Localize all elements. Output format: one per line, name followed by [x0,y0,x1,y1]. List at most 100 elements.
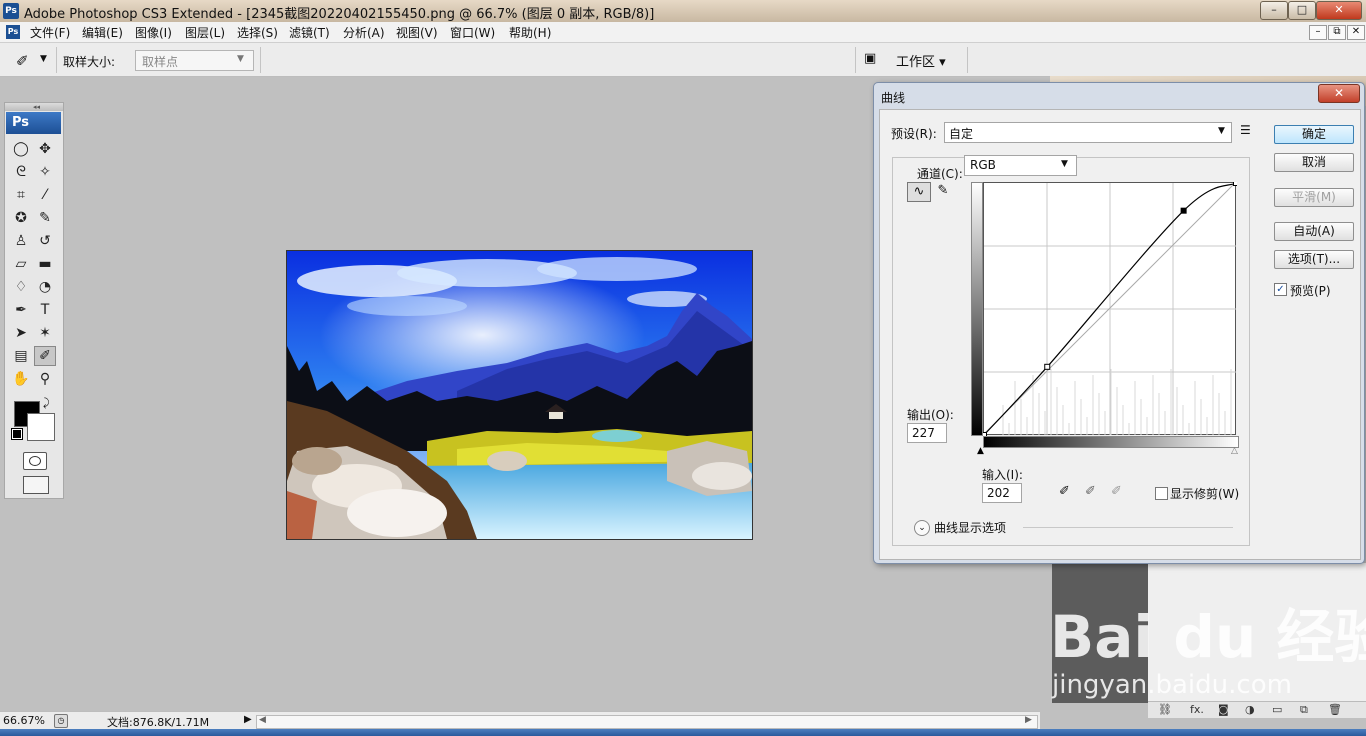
workspace-button[interactable]: 工作区 ▾ [896,51,946,70]
marquee-tool-icon[interactable]: ◯ [10,139,32,159]
bridge-icon[interactable]: ▣ [864,51,886,68]
input-value: 202 [987,486,1010,500]
blur-tool-icon[interactable]: ♢ [10,277,32,297]
status-menu-arrow-icon[interactable]: ▶ [244,714,252,725]
new-group-icon[interactable]: ▭ [1272,703,1282,716]
pen-tool-icon[interactable]: ✒ [10,300,32,320]
input-field[interactable]: 202 [982,483,1022,503]
document-canvas-image[interactable] [286,250,753,540]
slice-tool-icon[interactable]: ⁄ [34,185,56,205]
doc-minimize-button[interactable]: – [1309,25,1327,40]
menu-window[interactable]: 窗口(W) [450,24,495,41]
preset-label: 预设(R): [891,127,937,141]
doc-restore-button[interactable]: ⧉ [1328,25,1346,40]
output-field[interactable]: 227 [907,423,947,443]
lasso-tool-icon[interactable]: ᘓ [10,162,32,182]
status-info-icon[interactable]: ◷ [54,714,68,728]
horizontal-scrollbar[interactable]: ◀ ▶ [256,715,1038,729]
eraser-tool-icon[interactable]: ▱ [10,254,32,274]
photoshop-logo[interactable]: Ps [6,112,61,134]
photoshop-app-icon: Ps [3,3,19,19]
new-layer-icon[interactable]: ⧉ [1300,703,1308,717]
history-brush-tool-icon[interactable]: ↺ [34,231,56,251]
divider [1023,527,1233,528]
menu-file[interactable]: 文件(F) [30,24,70,41]
screen-mode-icon[interactable] [23,476,49,494]
smooth-button[interactable]: 平滑(M) [1274,188,1354,207]
channel-select[interactable]: RGB ▼ [964,155,1077,176]
type-tool-icon[interactable]: T [34,300,56,320]
scroll-left-icon[interactable]: ◀ [259,715,266,725]
hand-tool-icon[interactable]: ✋ [10,369,32,389]
window-title: Adobe Photoshop CS3 Extended - [2345截图20… [24,7,655,22]
curves-close-button[interactable]: ✕ [1318,84,1360,103]
magic-wand-tool-icon[interactable]: ✧ [34,162,56,182]
dodge-tool-icon[interactable]: ◔ [34,277,56,297]
default-colors-icon[interactable] [11,428,23,440]
white-eyedropper-icon[interactable]: ✐ [1111,484,1122,499]
healing-brush-tool-icon[interactable]: ✪ [10,208,32,228]
close-button[interactable]: ✕ [1316,1,1362,20]
tool-preset-arrow-icon[interactable]: ▼ [40,54,47,64]
layer-style-icon[interactable]: fx. [1190,703,1204,716]
menu-view[interactable]: 视图(V) [396,24,438,41]
black-eyedropper-icon[interactable]: ✐ [1059,484,1070,499]
document-size: 文档:876.8K/1.71M [107,716,210,729]
trash-icon[interactable]: 🗑 [1328,703,1342,716]
minimize-button[interactable]: – [1260,1,1288,20]
move-tool-icon[interactable]: ✥ [34,139,56,159]
doc-close-button[interactable]: ✕ [1347,25,1365,40]
edit-points-curve-icon[interactable]: ∿ [907,182,931,202]
curves-dialog-body: 预设(R): 自定 ▼ ☰ 通道(C): RGB ▼ ∿ ✎ ▲ △ 输出(O)… [879,109,1361,560]
black-point-slider-icon[interactable]: ▲ [977,446,984,456]
swap-colors-icon[interactable]: ⤸ [43,396,50,410]
white-point-slider-icon[interactable]: △ [1231,446,1238,456]
custom-shape-tool-icon[interactable]: ✶ [34,323,56,343]
sample-size-select[interactable]: 取样点 ▼ [135,50,254,71]
menu-analysis[interactable]: 分析(A) [343,24,385,41]
menu-image[interactable]: 图像(I) [135,24,172,41]
menu-edit[interactable]: 编辑(E) [82,24,123,41]
menu-select[interactable]: 选择(S) [237,24,278,41]
zoom-level[interactable]: 66.67% [3,714,45,727]
clone-stamp-tool-icon[interactable]: ♙ [10,231,32,251]
maximize-button[interactable]: □ [1288,1,1316,20]
tools-panel-grip[interactable]: ◂◂ [5,103,63,111]
gradient-tool-icon[interactable]: ▬ [34,254,56,274]
gray-eyedropper-icon[interactable]: ✐ [1085,484,1096,499]
curves-dialog-titlebar[interactable]: 曲线 ✕ [874,83,1364,109]
pencil-icon[interactable]: ✎ [933,182,953,200]
preview-label[interactable]: 预览(P) [1290,282,1331,299]
preset-options-menu-icon[interactable]: ☰ [1240,123,1251,137]
background-color-swatch[interactable] [27,413,55,441]
link-layers-icon[interactable]: ⛓ [1158,703,1172,716]
crop-tool-icon[interactable]: ⌗ [10,185,32,205]
options-button[interactable]: 选项(T)... [1274,250,1354,269]
eyedropper-icon[interactable]: ✐ [16,52,29,70]
scroll-right-icon[interactable]: ▶ [1025,715,1032,725]
curve-display-options-label[interactable]: 曲线显示选项 [934,519,1006,536]
windows-taskbar [0,729,1366,736]
notes-tool-icon[interactable]: ▤ [10,346,32,366]
path-selection-tool-icon[interactable]: ➤ [10,323,32,343]
menu-help[interactable]: 帮助(H) [509,24,551,41]
preview-checkbox[interactable]: ✓ [1274,283,1287,296]
brush-tool-icon[interactable]: ✎ [34,208,56,228]
adjustment-layer-icon[interactable]: ◑ [1245,703,1255,716]
add-mask-icon[interactable]: ◙ [1218,703,1229,716]
curve-graph[interactable] [983,182,1237,436]
zoom-tool-icon[interactable]: ⚲ [34,369,56,389]
show-clipping-label[interactable]: 显示修剪(W) [1170,485,1239,502]
document-icon[interactable]: Ps [6,25,20,39]
auto-button[interactable]: 自动(A) [1274,222,1354,241]
menu-filter[interactable]: 滤镜(T) [289,24,330,41]
tools-panel: ◂◂ Ps ⤸ ◯ ✥ ᘓ ✧ ⌗ ⁄ ✪ ✎ ♙ ↺ ▱ ▬ ♢ ◔ ✒ T ➤ ✶ ▤ ✐ ✋ ⚲ [4,102,64,499]
eyedropper-tool-icon[interactable]: ✐ [34,346,56,366]
quick-mask-icon[interactable] [23,452,47,470]
preset-select[interactable]: 自定 ▼ [944,122,1232,143]
ok-button[interactable]: 确定 [1274,125,1354,144]
expand-chevron-icon[interactable]: ⌄ [914,520,930,536]
menu-layer[interactable]: 图层(L) [185,24,225,41]
show-clipping-checkbox[interactable] [1155,487,1168,500]
cancel-button[interactable]: 取消 [1274,153,1354,172]
